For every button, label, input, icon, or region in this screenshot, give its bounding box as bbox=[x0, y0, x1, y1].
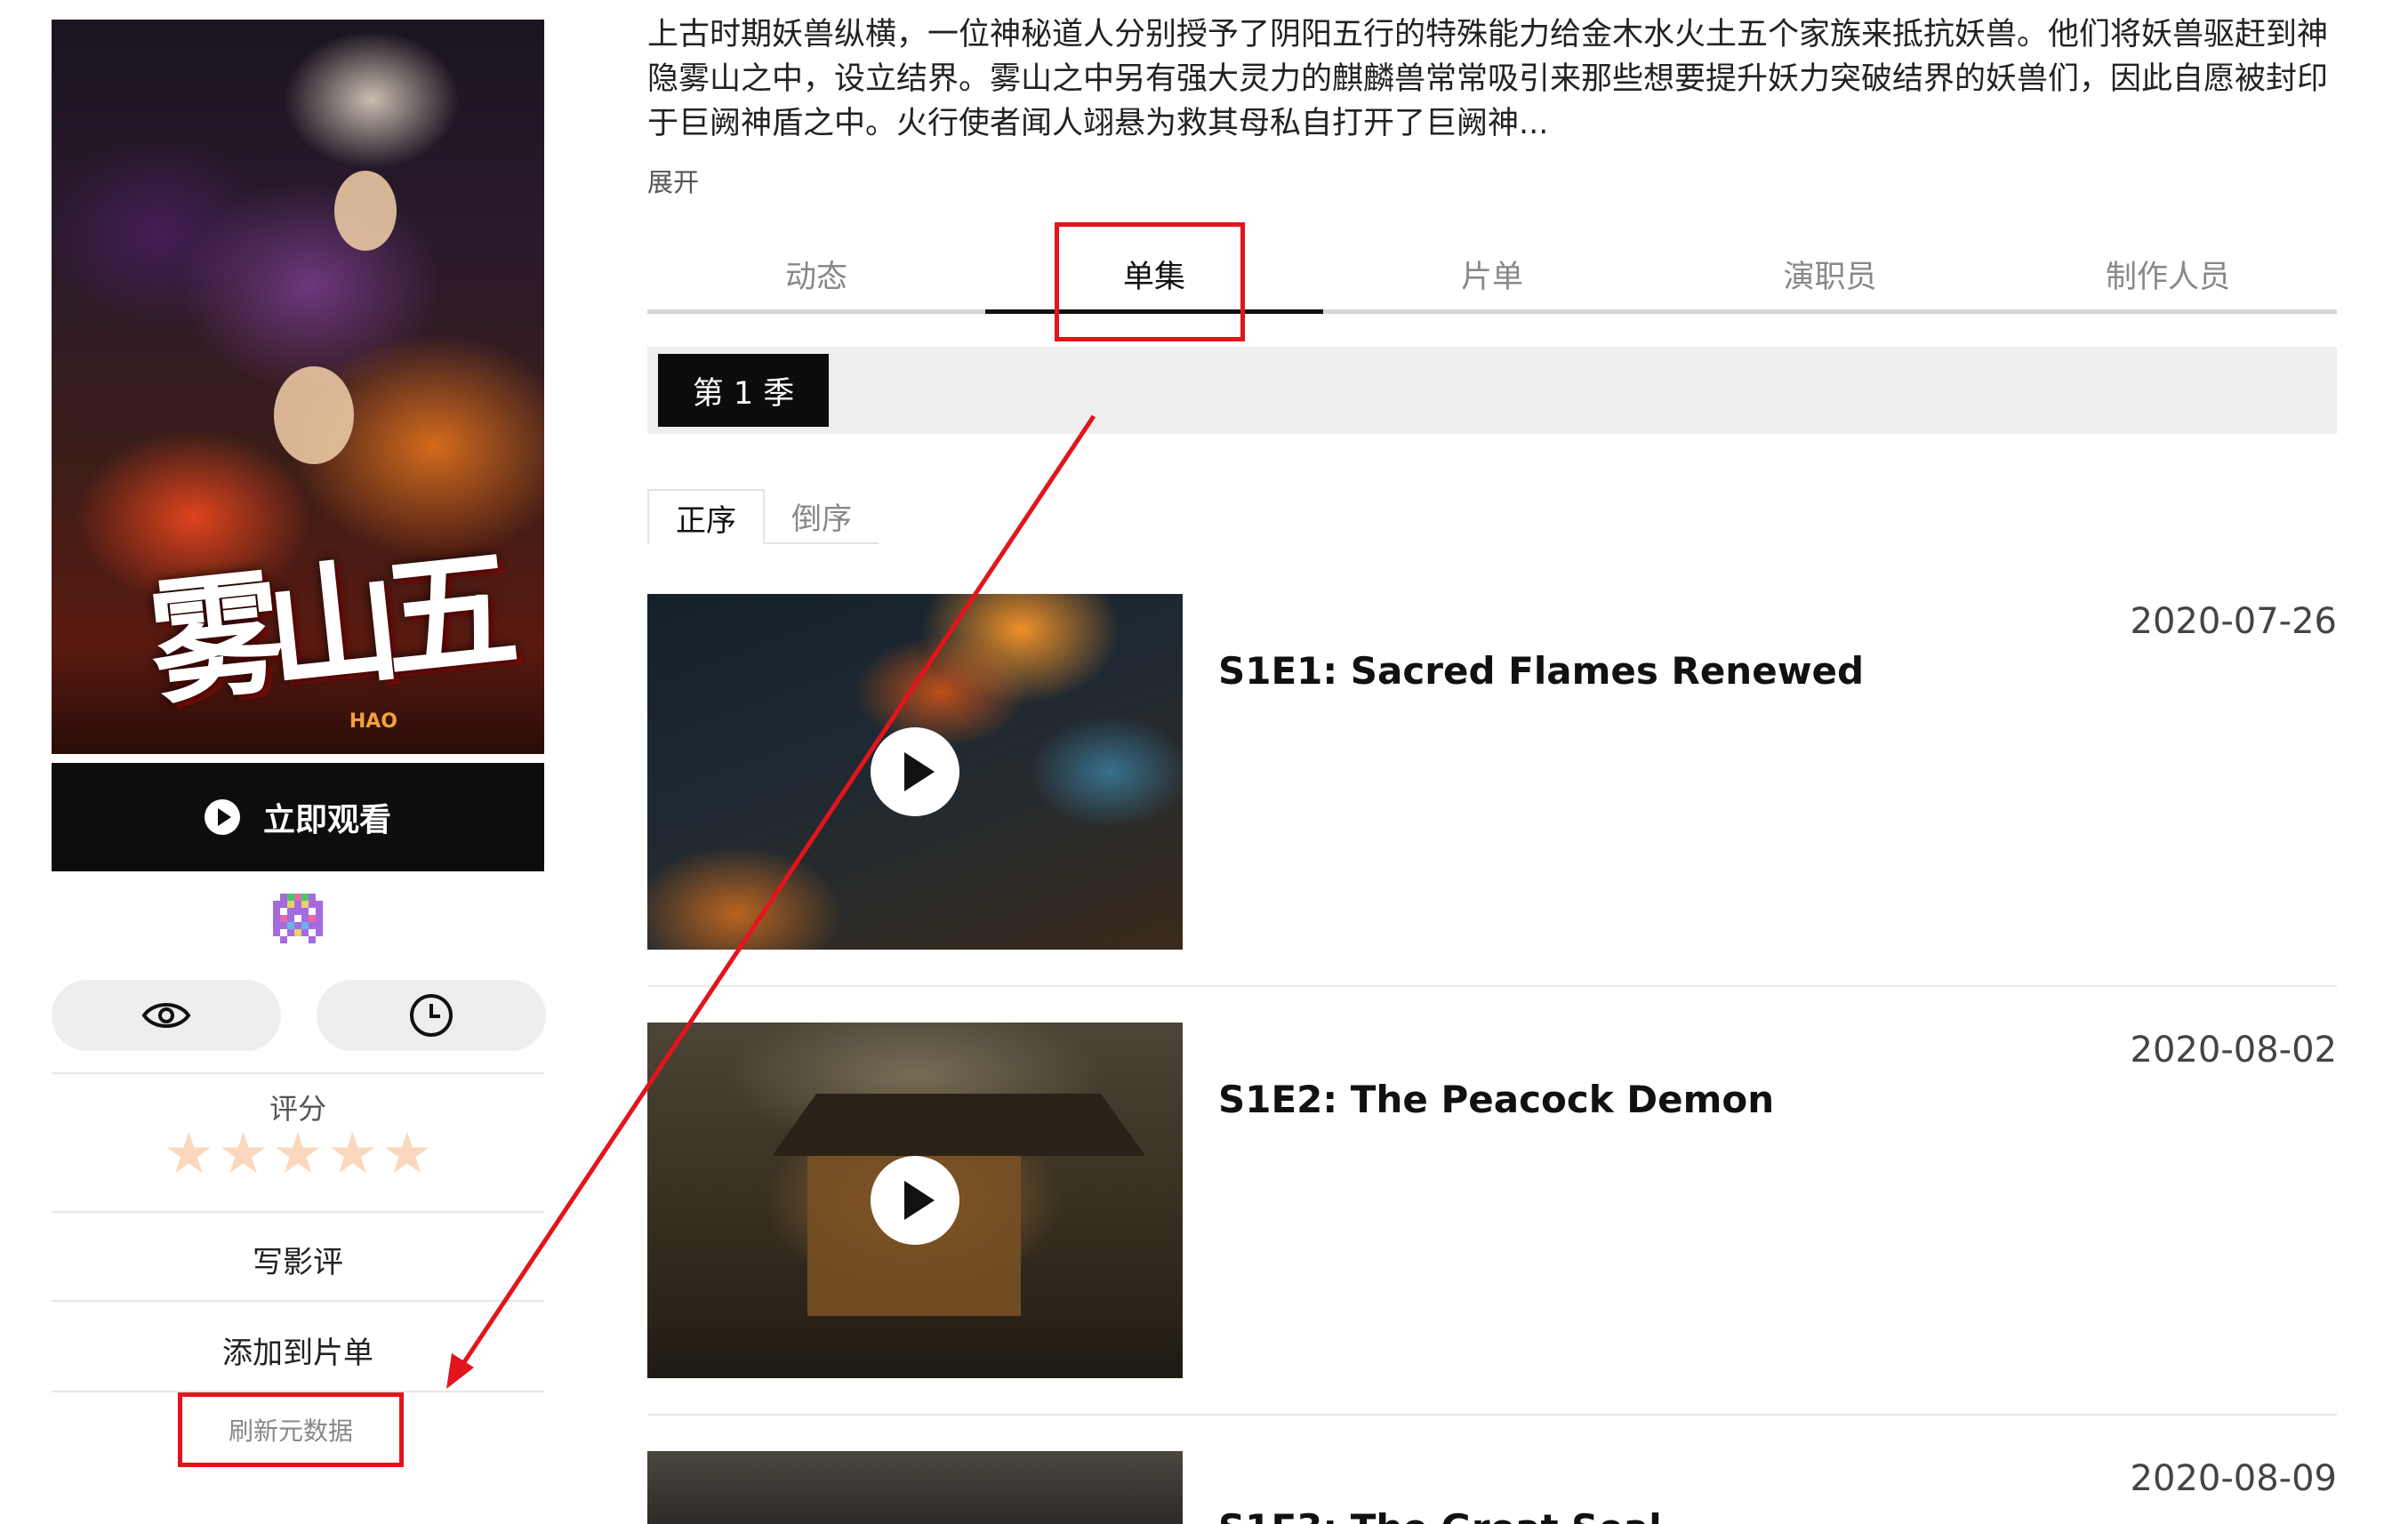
series-description: 上古时期妖兽纵横，一位神秘道人分别授予了阴阳五行的特殊能力给金木水火土五个家族来… bbox=[647, 17, 2329, 141]
watch-later-button[interactable] bbox=[317, 980, 546, 1051]
season-1-button[interactable]: 第 1 季 bbox=[658, 354, 829, 427]
write-review-link[interactable]: 写影评 bbox=[52, 1238, 544, 1281]
divider bbox=[647, 985, 2337, 987]
eye-icon bbox=[141, 1003, 191, 1028]
poster-title-art: 雾山五行 bbox=[141, 531, 510, 754]
sort-asc-button[interactable]: 正序 bbox=[647, 489, 765, 544]
episode-title[interactable]: S1E2: The Peacock Demon bbox=[1218, 1078, 1774, 1121]
star-icon[interactable]: ★ bbox=[164, 1126, 214, 1183]
poster-figure bbox=[334, 171, 397, 251]
play-circle-icon bbox=[204, 799, 240, 835]
sort-desc-button[interactable]: 倒序 bbox=[765, 489, 879, 542]
tab-crew[interactable]: 制作人员 bbox=[1999, 233, 2337, 309]
detail-tabs: 动态 单集 片单 演职员 制作人员 bbox=[647, 233, 2337, 314]
season-bar bbox=[647, 347, 2337, 434]
star-icon[interactable]: ★ bbox=[327, 1126, 378, 1183]
star-icon[interactable]: ★ bbox=[218, 1126, 269, 1183]
play-icon[interactable] bbox=[871, 727, 959, 816]
episode-thumbnail[interactable] bbox=[647, 594, 1183, 950]
poster-figure bbox=[274, 366, 354, 464]
tab-activity[interactable]: 动态 bbox=[647, 233, 985, 309]
sort-order-toggle: 正序 倒序 bbox=[647, 489, 879, 544]
divider bbox=[52, 1300, 544, 1302]
divider bbox=[647, 1414, 2337, 1416]
add-to-list-link[interactable]: 添加到片单 bbox=[52, 1328, 544, 1372]
episode-date: 2020-08-02 bbox=[2130, 1030, 2337, 1071]
episode-title[interactable]: S1E1: Sacred Flames Renewed bbox=[1218, 649, 1864, 693]
star-icon[interactable]: ★ bbox=[381, 1126, 432, 1183]
watch-now-label: 立即观看 bbox=[262, 802, 391, 838]
rating-stars[interactable]: ★ ★ ★ ★ ★ bbox=[52, 1126, 544, 1183]
tab-cast[interactable]: 演职员 bbox=[1661, 233, 1999, 309]
divider bbox=[52, 1211, 544, 1213]
tab-lists[interactable]: 片单 bbox=[1323, 233, 1661, 309]
episode-row: S1E2: The Peacock Demon 2020-08-02 bbox=[647, 1023, 2337, 1378]
clock-icon bbox=[410, 994, 453, 1037]
play-icon[interactable] bbox=[871, 1156, 959, 1245]
poster-image[interactable]: 雾山五行 HAO bbox=[52, 20, 544, 754]
mark-watched-button[interactable] bbox=[52, 980, 281, 1051]
episode-thumbnail[interactable] bbox=[647, 1023, 1183, 1378]
watch-now-button[interactable]: 立即观看 bbox=[52, 763, 544, 871]
episode-date: 2020-07-26 bbox=[2130, 601, 2337, 642]
divider bbox=[52, 1072, 544, 1074]
episode-row: S1E1: Sacred Flames Renewed 2020-07-26 bbox=[647, 594, 2337, 950]
episode-thumbnail[interactable] bbox=[647, 1451, 1183, 1524]
poster-logo: HAO bbox=[349, 710, 397, 733]
avatar bbox=[273, 894, 323, 943]
episode-row: S1E3: The Great Seal 2020-08-09 bbox=[647, 1451, 2337, 1524]
star-icon[interactable]: ★ bbox=[272, 1126, 323, 1183]
expand-link[interactable]: 展开 bbox=[647, 162, 699, 199]
thumbnail-art bbox=[772, 1094, 1145, 1156]
episode-title[interactable]: S1E3: The Great Seal bbox=[1218, 1506, 1662, 1524]
refresh-metadata-link[interactable]: 刷新元数据 bbox=[178, 1392, 404, 1467]
highlight-box-episodes-tab bbox=[1055, 222, 1245, 341]
episode-date: 2020-08-09 bbox=[2130, 1458, 2337, 1499]
